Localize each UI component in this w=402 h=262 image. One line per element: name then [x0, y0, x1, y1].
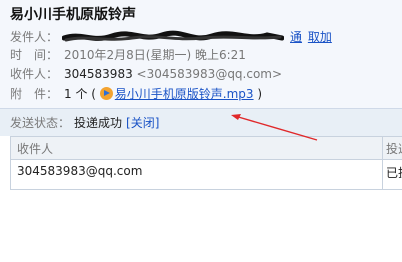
time-row: 时 间： 2010年2月8日(星期一) 晚上6:21 [10, 46, 246, 64]
attachment-row: 附 件： 1 个 ( 易小川手机原版铃声.mp3 ) [10, 85, 262, 103]
recipient-label: 收件人： [10, 67, 59, 81]
redacted-sender [62, 30, 284, 42]
sender-label: 发件人： [10, 30, 59, 44]
attachment-count: 1 个 ( [64, 87, 96, 101]
delivery-status-value: 投递成功 [74, 116, 123, 130]
table-cell-recipient: 304583983@qq.com [17, 164, 143, 178]
time-label: 时 间： [10, 48, 59, 62]
sender-link-2[interactable]: 取加 [308, 30, 332, 44]
delivery-status-label: 发送状态： [10, 116, 71, 130]
attachment-file-link[interactable]: 易小川手机原版铃声.mp3 [115, 87, 254, 101]
sender-row: 发件人： [10, 28, 64, 46]
table-header [11, 137, 402, 160]
delivery-status-row: 发送状态： 投递成功 [关闭] [10, 114, 159, 132]
attachment-close-paren: ) [257, 87, 263, 101]
attachment-label: 附 件： [10, 87, 59, 101]
column-separator [382, 137, 383, 189]
sender-link-1[interactable]: 通 [290, 30, 302, 44]
annotation-arrow [231, 114, 318, 141]
column-header-delivery: 投递 [386, 142, 402, 156]
mail-subject: 易小川手机原版铃声 [10, 7, 136, 23]
sender-actions: 通 取加 [290, 28, 332, 46]
table-cell-status: 已投 [386, 166, 402, 180]
recipient-name: 304583983 [64, 67, 133, 81]
close-status-link[interactable]: [关闭] [126, 116, 159, 130]
recipient-row: 收件人： 304583983 <304583983@qq.com> [10, 65, 282, 83]
time-value: 2010年2月8日(星期一) 晚上6:21 [64, 48, 246, 62]
recipient-email: <304583983@qq.com> [136, 67, 283, 81]
audio-file-icon [99, 87, 113, 100]
column-header-recipient: 收件人 [17, 142, 54, 156]
delivery-table: 收件人 投递 304583983@qq.com 已投 [10, 136, 402, 190]
